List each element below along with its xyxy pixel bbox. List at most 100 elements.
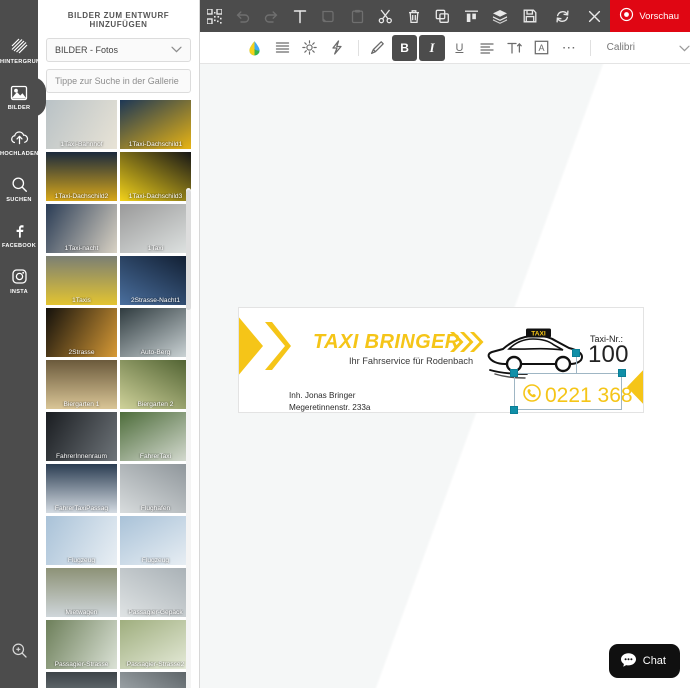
gallery-thumbnail[interactable]: 1Taxi-Dachschild1 xyxy=(120,100,191,149)
selection-box[interactable] xyxy=(514,373,622,410)
category-select[interactable]: BILDER - Fotos xyxy=(46,38,191,62)
stripes-icon xyxy=(11,37,28,56)
more-options-button[interactable]: ⋯ xyxy=(556,35,581,61)
cut-button[interactable] xyxy=(371,0,400,32)
zoom-in-icon[interactable] xyxy=(11,642,28,664)
align-button[interactable] xyxy=(457,0,486,32)
delete-button[interactable] xyxy=(400,0,429,32)
card-address-block[interactable]: Inh. Jonas Bringer Megeretinnenstr. 233a… xyxy=(289,390,370,412)
thumbnail-image xyxy=(46,672,117,688)
panel-scrollbar-thumb[interactable] xyxy=(186,190,191,310)
toolbar-right-group: Vorschau xyxy=(514,0,690,32)
sidebar-item-facebook[interactable]: FACEBOOK xyxy=(0,214,38,256)
gallery-thumbnail[interactable]: 1Taxi-Bahnhof xyxy=(46,100,117,149)
gallery-thumbnail[interactable]: 1Taxi-Dachschild2 xyxy=(46,152,117,201)
save-button[interactable] xyxy=(514,0,546,32)
qr-code-button[interactable] xyxy=(200,0,229,32)
line-spacing-button[interactable] xyxy=(269,35,294,61)
bottom-left-handle[interactable] xyxy=(510,406,518,414)
refresh-button[interactable] xyxy=(546,0,578,32)
thumbnail-label: Flugzeug xyxy=(141,557,170,564)
paste-button[interactable] xyxy=(343,0,372,32)
chat-bubble-icon xyxy=(620,652,637,671)
gallery-thumbnail[interactable]: Biergarten 1 xyxy=(46,360,117,409)
gallery-thumbnail[interactable]: Passagier-Gepäck xyxy=(120,568,191,617)
gallery-thumbnail[interactable]: FahrerTaxi xyxy=(120,412,191,461)
sidebar-item-hintergrund[interactable]: HINTERGRUND xyxy=(0,30,38,72)
gallery-thumbnail[interactable] xyxy=(46,672,117,688)
card-logo-text[interactable]: TAXI BRINGER xyxy=(313,331,460,354)
gallery-thumbnail[interactable] xyxy=(120,672,191,688)
gallery-thumbnail[interactable]: 2Strasse xyxy=(46,308,117,357)
pen-button[interactable] xyxy=(365,35,390,61)
layers-button[interactable] xyxy=(486,0,515,32)
magnifier-icon xyxy=(11,175,28,194)
duplicate-button[interactable] xyxy=(429,0,458,32)
sidebar-item-insta[interactable]: INSTA xyxy=(0,260,38,302)
text-button[interactable] xyxy=(286,0,315,32)
gallery-thumbnail[interactable]: 1Taxi-Dachschild3 xyxy=(120,152,191,201)
top-left-handle[interactable] xyxy=(510,369,518,377)
sidebar-label-bilder: BILDER xyxy=(7,105,31,111)
top-right-handle[interactable] xyxy=(618,369,626,377)
gallery-thumbnail[interactable]: 2Strasse-Nacht1 xyxy=(120,256,191,305)
text-align-button[interactable] xyxy=(474,35,499,61)
bold-button[interactable]: B xyxy=(391,34,418,61)
gallery-thumbnail[interactable]: Mietwagen xyxy=(46,568,117,617)
effects-button[interactable] xyxy=(324,35,349,61)
gallery-thumbnail[interactable]: Auto-Berg xyxy=(120,308,191,357)
address-line-1: Inh. Jonas Bringer xyxy=(289,391,356,400)
gallery-thumbnail[interactable]: FahrerTaxiPassag xyxy=(46,464,117,513)
sidebar-label-hochladen: HOCHLADEN xyxy=(0,151,38,157)
gallery-thumbnail[interactable]: FahrerInnenraum xyxy=(46,412,117,461)
gallery-thumbnail[interactable]: 1Taxi-nacht xyxy=(46,204,117,253)
close-button[interactable] xyxy=(578,0,610,32)
sidebar-label-insta: INSTA xyxy=(10,289,28,295)
gallery-thumbnail[interactable]: Flugzeug xyxy=(120,516,191,565)
brightness-button[interactable] xyxy=(297,35,322,61)
undo-button[interactable] xyxy=(229,0,258,32)
thumbnail-label: 1Taxi-Dachschild2 xyxy=(54,193,109,200)
sidebar-label-hintergrund: HINTERGRUND xyxy=(0,59,38,65)
italic-button[interactable]: I xyxy=(419,34,445,61)
italic-icon: I xyxy=(429,39,435,55)
preview-button-label: Vorschau xyxy=(639,10,679,22)
thumbnail-label: Biergarten 2 xyxy=(137,401,174,408)
sidebar-item-bilder[interactable]: BILDER xyxy=(0,76,46,118)
app-root: HINTERGRUND BILDER HOCHLADEN xyxy=(0,0,690,688)
gallery-thumbnail[interactable]: 1Taxi xyxy=(120,204,191,253)
text-box-button[interactable]: A xyxy=(529,35,554,61)
top-rotate-handle[interactable] xyxy=(572,349,580,357)
font-dropdown-caret-icon[interactable] xyxy=(679,39,690,57)
gallery-search-field[interactable] xyxy=(46,69,191,93)
card-tagline[interactable]: Ihr Fahrservice für Rodenbach xyxy=(349,356,473,366)
panel-title: BILDER ZUM ENTWURF HINZUFÜGEN xyxy=(67,11,170,29)
selection-rotate-stem xyxy=(576,357,577,374)
sidebar-item-suchen[interactable]: SUCHEN xyxy=(0,168,38,210)
sidebar-item-hochladen[interactable]: HOCHLADEN xyxy=(0,122,38,164)
underline-button[interactable]: U xyxy=(447,35,472,61)
design-canvas[interactable]: TAXI BRINGER Ihr Fahrservice für Rodenba… xyxy=(200,64,690,688)
fill-color-button[interactable] xyxy=(242,35,267,61)
copy-button[interactable] xyxy=(314,0,343,32)
chat-widget-button[interactable]: Chat xyxy=(608,644,680,678)
taxi-number-value[interactable]: 100 xyxy=(588,341,629,369)
gallery-thumbnail[interactable]: Flugzeug xyxy=(46,516,117,565)
preview-button[interactable]: Vorschau xyxy=(610,0,690,32)
gallery-thumbnail[interactable]: Passagier-Strasse2 xyxy=(120,620,191,669)
rail-bottom-area xyxy=(0,642,38,664)
font-size-button[interactable] xyxy=(502,35,527,61)
sidebar-label-facebook: FACEBOOK xyxy=(1,243,37,249)
search-input[interactable] xyxy=(55,76,182,86)
gallery-thumbnail[interactable]: Passagier-Strasse xyxy=(46,620,117,669)
ellipsis-icon: ⋯ xyxy=(561,39,577,55)
gallery-thumbnail[interactable]: 1Taxis xyxy=(46,256,117,305)
gallery-thumbnail[interactable]: Biergarten 2 xyxy=(120,360,191,409)
thumbnail-label: 2Strasse xyxy=(68,349,95,356)
thumbnail-label: 2Strasse-Nacht1 xyxy=(130,297,181,304)
gallery-thumbnail[interactable]: Flughafen xyxy=(120,464,191,513)
thumbnail-grid: 1Taxi-Bahnhof 1Taxi-Dachschild1 1Taxi-Dach… xyxy=(46,100,192,688)
redo-button[interactable] xyxy=(257,0,286,32)
thumbnail-label: Auto-Berg xyxy=(140,349,171,356)
font-family-value[interactable]: Calibri xyxy=(607,42,635,53)
